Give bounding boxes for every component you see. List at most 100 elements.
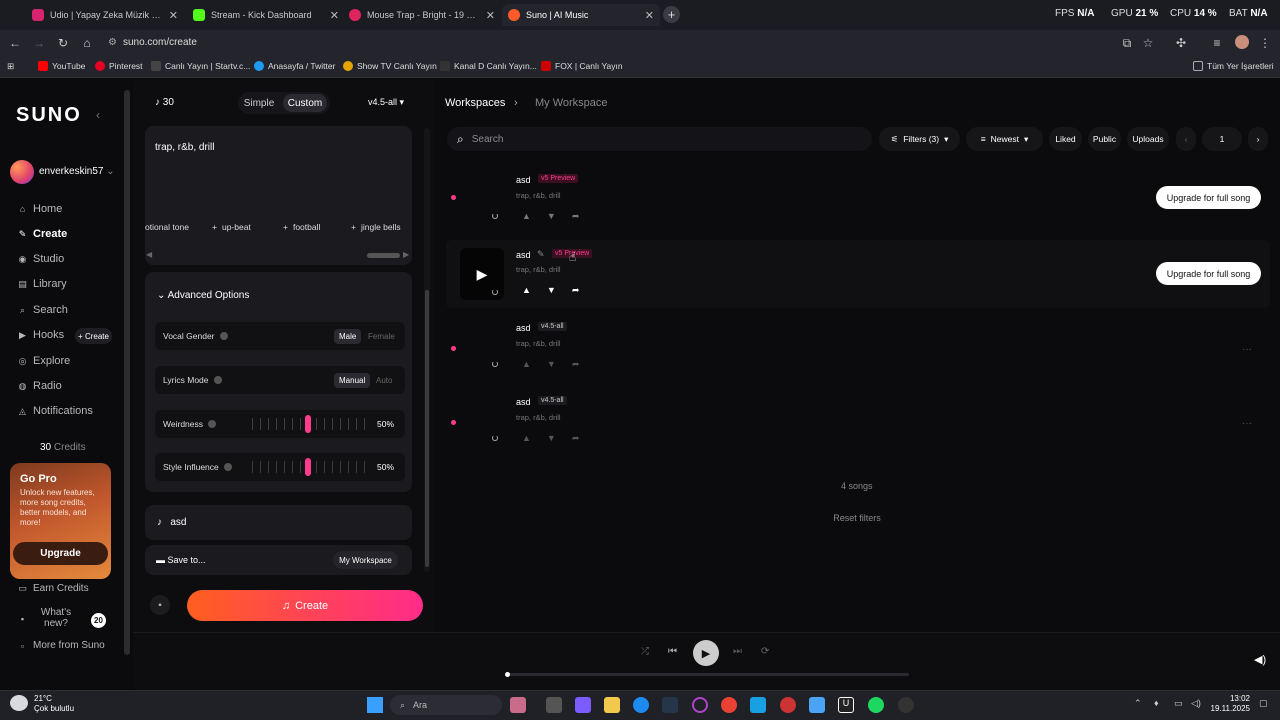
collapse-sidebar-icon[interactable]: ‹ [96, 108, 100, 122]
song-row[interactable]: asd v5 Preview trap, r&b, drill ▲ ▼ ➦ Upgr… [446, 172, 1270, 240]
sidebar-item-search[interactable]: ⌕ Search [18, 304, 68, 316]
vocal-female-option[interactable]: Female [363, 329, 400, 344]
sidebar-item-earn-credits[interactable]: ▭ Earn Credits [18, 583, 88, 594]
thumbs-up-icon[interactable]: ▲ [522, 359, 531, 370]
extensions-icon[interactable]: ✣ [1173, 36, 1189, 50]
lyrics-auto-option[interactable]: Auto [371, 373, 397, 388]
app-icon[interactable] [780, 697, 796, 713]
store-icon[interactable] [662, 697, 678, 713]
back-icon[interactable]: ← [7, 36, 23, 50]
song-title[interactable]: asd [516, 323, 531, 333]
edit-icon[interactable]: ✎ [537, 249, 545, 260]
site-info-icon[interactable]: ⚙ [108, 37, 117, 48]
liked-filter[interactable]: Liked [1049, 127, 1082, 151]
prev-page-icon[interactable]: ‹ [1176, 127, 1196, 151]
sidebar-item-home[interactable]: ⌂ Home [18, 203, 63, 215]
previous-icon[interactable]: ⏮ [668, 646, 677, 657]
taskbar-search[interactable]: ⌕ Ara [390, 695, 502, 715]
share-icon[interactable]: ➦ [572, 359, 580, 370]
windows-start-icon[interactable] [367, 697, 383, 713]
hooks-create-button[interactable]: + Create [75, 328, 112, 344]
install-app-icon[interactable]: ⧉ [1119, 36, 1135, 51]
repeat-icon[interactable]: ⟳ [761, 646, 769, 657]
username[interactable]: enverkeskin57 ⌄ [39, 166, 115, 177]
sidebar-scrollbar[interactable] [124, 90, 130, 655]
share-icon[interactable]: ➦ [572, 433, 580, 444]
url-field[interactable]: ⚙ suno.com/create [108, 33, 1108, 52]
reset-filters-button[interactable]: Reset filters [821, 509, 893, 527]
song-row[interactable]: asd v4.5-all trap, r&b, drill ▲ ▼ ➦ ··· [446, 320, 1270, 388]
share-icon[interactable]: ➦ [572, 285, 580, 296]
style-chip[interactable]: + jingle bells [351, 219, 401, 235]
close-tab-icon[interactable]: ✕ [330, 9, 339, 22]
sidebar-item-whats-new[interactable]: ▪ What's new? [18, 607, 88, 629]
more-options-icon[interactable]: ··· [1242, 418, 1252, 429]
sidebar-item-hooks[interactable]: ▶ Hooks [18, 329, 64, 341]
song-row[interactable]: asd v4.5-all trap, r&b, drill ▲ ▼ ➦ ··· [446, 394, 1270, 462]
advanced-options-toggle[interactable]: ⌄ Advanced Options [157, 290, 249, 301]
thumbs-up-icon[interactable]: ▲ [522, 433, 531, 444]
forward-icon[interactable]: → [31, 36, 47, 50]
bookmark-twitter[interactable]: Anasayfa / Twitter [254, 61, 335, 71]
home-browser-icon[interactable]: ⌂ [79, 36, 95, 50]
close-tab-icon[interactable]: ✕ [486, 9, 495, 22]
tray-chevron-icon[interactable]: ⌃ [1134, 698, 1142, 709]
weirdness-slider-handle[interactable] [305, 415, 311, 433]
page-number[interactable]: 1 [1202, 127, 1242, 151]
composer-scroll-thumb[interactable] [425, 290, 429, 567]
next-page-icon[interactable]: › [1248, 127, 1268, 151]
sidebar-item-library[interactable]: ▤ Library [18, 278, 66, 290]
mode-simple-tab[interactable]: Simple [240, 94, 278, 112]
browser-tab-udio[interactable]: Udio | Yapay Zeka Müzik Üreticisi ✕ [26, 4, 184, 26]
sidebar-item-more-from-suno[interactable]: ▫ More from Suno [18, 640, 105, 651]
network-icon[interactable]: ▭ [1174, 698, 1183, 709]
new-tab-button[interactable]: + [663, 6, 680, 23]
search-input[interactable]: ⌕ Search [447, 127, 872, 151]
filters-button[interactable]: ⚟ Filters (3) ▾ [879, 127, 960, 151]
shuffle-icon[interactable]: ⤮ [641, 646, 649, 657]
task-view-icon[interactable] [546, 697, 562, 713]
thumbs-down-icon[interactable]: ▼ [547, 285, 556, 296]
bookmark-kanald[interactable]: Kanal D Canlı Yayın... [440, 61, 537, 71]
reading-list-icon[interactable]: ≡ [1209, 36, 1225, 50]
sort-button[interactable]: ≡ Newest ▾ [966, 127, 1043, 151]
mode-custom-tab[interactable]: Custom [283, 94, 327, 112]
udio-icon[interactable]: U [838, 697, 854, 713]
scroll-left-icon[interactable]: ◀ [146, 250, 152, 259]
reload-icon[interactable]: ↻ [55, 36, 71, 50]
suno-logo[interactable]: SUNO [16, 104, 82, 127]
widget-icon[interactable] [510, 697, 526, 713]
trash-icon[interactable]: ▪ [150, 595, 170, 615]
file-explorer-icon[interactable] [604, 697, 620, 713]
style-chip[interactable]: + up-beat [212, 219, 251, 235]
chips-scrollbar[interactable] [367, 253, 400, 258]
upgrade-song-button[interactable]: Upgrade for full song [1156, 186, 1261, 209]
app-icon[interactable] [575, 697, 591, 713]
lyrics-manual-option[interactable]: Manual [334, 373, 371, 388]
app-icon[interactable] [809, 697, 825, 713]
browser-tab-suno[interactable]: Suno | AI Music ✕ [502, 4, 660, 26]
chrome-icon[interactable] [721, 697, 737, 713]
apps-icon[interactable]: ⊞ [7, 61, 14, 72]
sidebar-item-explore[interactable]: ◎ Explore [18, 355, 71, 367]
uploads-filter[interactable]: Uploads [1127, 127, 1169, 151]
volume-icon[interactable]: ◀) [1254, 653, 1266, 666]
weather-widget[interactable]: 21°C Çok bulutlu [34, 694, 74, 713]
bookmark-showtv[interactable]: Show TV Canlı Yayın [343, 61, 437, 71]
edge-icon[interactable] [633, 697, 649, 713]
bookmark-pinterest[interactable]: Pinterest [95, 61, 143, 71]
style-chip[interactable]: otional tone [145, 219, 189, 235]
vocal-male-option[interactable]: Male [334, 329, 362, 344]
close-tab-icon[interactable]: ✕ [169, 9, 178, 22]
sidebar-item-create[interactable]: ✎ Create [18, 228, 68, 240]
styles-text[interactable]: trap, r&b, drill [155, 142, 214, 153]
bookmark-youtube[interactable]: YouTube [38, 61, 85, 71]
bookmark-star-icon[interactable]: ☆ [1140, 36, 1156, 50]
next-icon[interactable]: ⏭ [733, 646, 742, 657]
all-bookmarks[interactable]: Tüm Yer İşaretleri [1193, 61, 1274, 71]
clock[interactable]: 13:02 19.11.2025 [1210, 694, 1250, 715]
sidebar-item-studio[interactable]: ◉ Studio [18, 253, 65, 265]
volume-tray-icon[interactable]: ◁) [1191, 698, 1201, 709]
sidebar-item-radio[interactable]: ◍ Radio [18, 380, 62, 392]
progress-bar[interactable] [506, 673, 909, 676]
